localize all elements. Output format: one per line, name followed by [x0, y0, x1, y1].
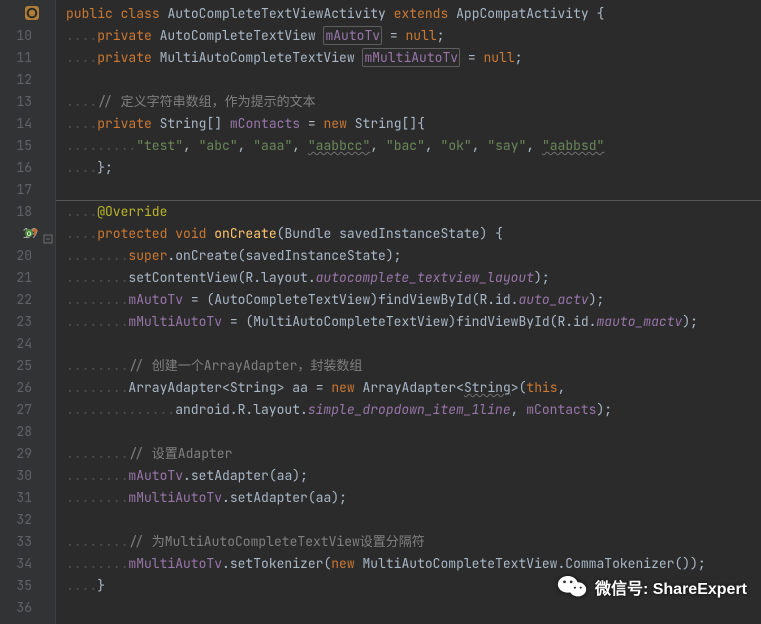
- code-line: ........// 为MultiAutoCompleteTextView设置分…: [66, 531, 761, 553]
- line-number: 33: [0, 531, 42, 553]
- code-line: ........mAutoTv.setAdapter(aa);: [66, 465, 761, 487]
- code-line: ....protected void onCreate(Bundle saved…: [66, 223, 761, 245]
- code-line: [66, 179, 761, 201]
- line-number: 14: [0, 113, 42, 135]
- code-line: public class AutoCompleteTextViewActivit…: [66, 3, 761, 25]
- svg-text:o: o: [27, 229, 32, 238]
- code-line: ........mMultiAutoTv.setTokenizer(new Mu…: [66, 553, 761, 575]
- fold-strip: [43, 0, 56, 624]
- line-number: 23: [0, 311, 42, 333]
- code-line: ....private AutoCompleteTextView mAutoTv…: [66, 25, 761, 47]
- line-number: 15: [0, 135, 42, 157]
- code-line: ........."test", "abc", "aaa", "aabbcc",…: [66, 135, 761, 157]
- line-number: 13: [0, 91, 42, 113]
- code-line: ........mMultiAutoTv.setAdapter(aa);: [66, 487, 761, 509]
- class-icon: [24, 5, 40, 21]
- watermark: 微信号: ShareExpert: [557, 573, 747, 606]
- code-line: [66, 509, 761, 531]
- line-number: 35: [0, 575, 42, 597]
- line-number: 11: [0, 47, 42, 69]
- line-number: 34: [0, 553, 42, 575]
- line-number: 16: [0, 157, 42, 179]
- line-number: 24: [0, 333, 42, 355]
- line-number: 26: [0, 377, 42, 399]
- line-number: 29: [0, 443, 42, 465]
- code-line: [66, 333, 761, 355]
- fold-handle-icon[interactable]: [43, 229, 53, 251]
- code-line: ........mMultiAutoTv = (MultiAutoComplet…: [66, 311, 761, 333]
- code-line: ....};: [66, 157, 761, 179]
- line-number: 27: [0, 399, 42, 421]
- line-number: 10: [0, 25, 42, 47]
- wechat-icon: [557, 573, 587, 606]
- line-number: 21: [0, 267, 42, 289]
- code-line: ....private MultiAutoCompleteTextView mM…: [66, 47, 761, 69]
- line-number: 18: [0, 201, 42, 223]
- line-number: 17: [0, 179, 42, 201]
- line-number: 20: [0, 245, 42, 267]
- line-number: 28: [0, 421, 42, 443]
- code-line: ........mAutoTv = (AutoCompleteTextView)…: [66, 289, 761, 311]
- line-number: 31: [0, 487, 42, 509]
- code-line: ........// 设置Adapter: [66, 443, 761, 465]
- code-line: ....private String[] mContacts = new Str…: [66, 113, 761, 135]
- line-number: 32: [0, 509, 42, 531]
- code-area[interactable]: public class AutoCompleteTextViewActivit…: [56, 0, 761, 624]
- line-number: 25: [0, 355, 42, 377]
- line-number-current: 19 o: [0, 223, 42, 245]
- override-up-icon[interactable]: o: [24, 225, 40, 241]
- line-number: 22: [0, 289, 42, 311]
- line-number: 36: [0, 597, 42, 619]
- code-line: ....@Override: [66, 201, 761, 223]
- code-line: ..............android.R.layout.simple_dr…: [66, 399, 761, 421]
- line-number: 30: [0, 465, 42, 487]
- code-line: ........ArrayAdapter<String> aa = new Ar…: [66, 377, 761, 399]
- line-number-gutter: 9 10 11 12 13 14 15 16 17 18 19 o 20 21 …: [0, 0, 43, 624]
- line-number: 9: [0, 3, 42, 25]
- code-editor[interactable]: 9 10 11 12 13 14 15 16 17 18 19 o 20 21 …: [0, 0, 761, 624]
- code-line: [66, 421, 761, 443]
- line-number: 12: [0, 69, 42, 91]
- method-separator: [56, 200, 761, 201]
- code-line: ........setContentView(R.layout.autocomp…: [66, 267, 761, 289]
- code-line: ....// 定义字符串数组，作为提示的文本: [66, 91, 761, 113]
- watermark-text: 微信号: ShareExpert: [595, 579, 747, 601]
- code-line: ........// 创建一个ArrayAdapter，封装数组: [66, 355, 761, 377]
- code-line: ........super.onCreate(savedInstanceStat…: [66, 245, 761, 267]
- code-line: [66, 69, 761, 91]
